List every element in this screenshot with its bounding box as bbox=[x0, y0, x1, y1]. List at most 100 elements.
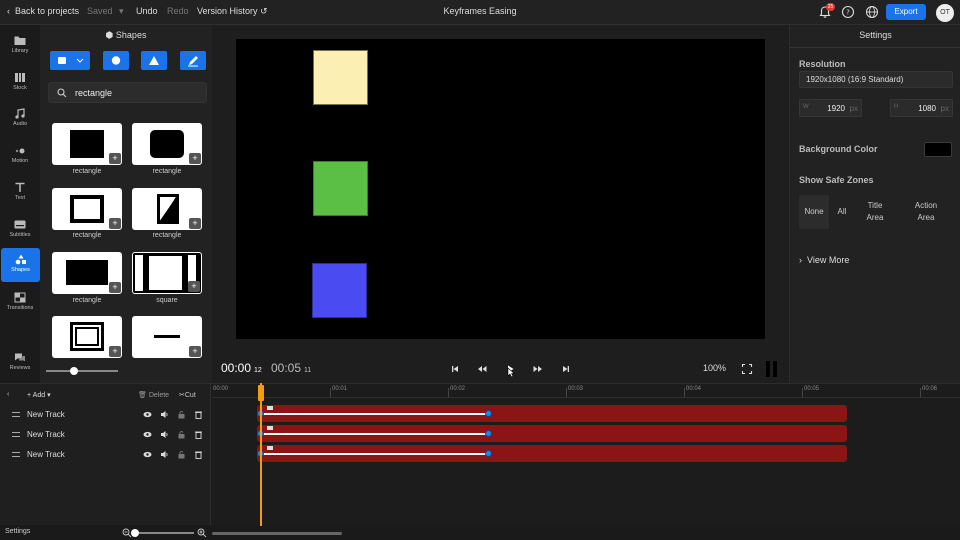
undo-button[interactable]: Undo bbox=[136, 6, 158, 16]
resolution-select[interactable]: 1920x1080 (16:9 Standard) bbox=[799, 71, 953, 88]
keyframe-end[interactable] bbox=[485, 430, 492, 437]
avatar[interactable]: OT bbox=[936, 4, 954, 22]
rail-item-stock[interactable]: Stock bbox=[0, 66, 40, 100]
fullscreen-icon[interactable] bbox=[741, 363, 753, 375]
draw-shape-button[interactable] bbox=[180, 51, 206, 70]
back-to-projects-button[interactable]: ‹ Back to projects bbox=[7, 6, 79, 16]
rail-item-library[interactable]: Library bbox=[0, 29, 40, 63]
canvas-square-green[interactable] bbox=[313, 161, 368, 216]
trash-icon[interactable] bbox=[194, 450, 203, 459]
safe-zone-none[interactable]: None bbox=[799, 195, 829, 229]
trash-icon[interactable] bbox=[194, 410, 203, 419]
eye-icon[interactable] bbox=[143, 450, 152, 459]
rail-item-text[interactable]: Text bbox=[0, 176, 40, 210]
shape-tile-rectangle-outline[interactable]: + bbox=[52, 188, 122, 230]
drag-handle-icon[interactable] bbox=[12, 412, 20, 417]
delete-button[interactable]: 🗑 Delete bbox=[138, 391, 169, 399]
lock-icon[interactable] bbox=[177, 450, 186, 459]
rail-item-subtitles[interactable]: Subtitles bbox=[0, 213, 40, 247]
view-more-button[interactable]: › View More bbox=[799, 255, 849, 265]
rewind-icon[interactable] bbox=[476, 363, 488, 375]
shape-tile-line[interactable]: + bbox=[132, 316, 202, 358]
height-input[interactable]: H 1080 px bbox=[890, 99, 953, 117]
help-icon[interactable]: ? bbox=[841, 5, 855, 19]
export-button[interactable]: Export bbox=[886, 4, 926, 20]
add-shape-button[interactable]: + bbox=[189, 218, 201, 229]
rectangle-shape-button[interactable] bbox=[50, 51, 90, 70]
trash-icon[interactable] bbox=[194, 430, 203, 439]
ruler-label: 00:01 bbox=[332, 386, 348, 392]
rail-item-motion[interactable]: Motion bbox=[0, 139, 40, 173]
shape-tile-rectangle-diagonal[interactable]: + bbox=[132, 188, 202, 230]
add-shape-button[interactable]: + bbox=[109, 153, 121, 164]
lock-icon[interactable] bbox=[177, 410, 186, 419]
track-name[interactable]: New Track bbox=[27, 450, 65, 459]
volume-icon[interactable] bbox=[160, 410, 169, 419]
canvas-square-yellow[interactable] bbox=[313, 50, 368, 105]
playhead-handle[interactable] bbox=[258, 385, 264, 401]
triangle-shape-button[interactable] bbox=[141, 51, 167, 70]
volume-icon[interactable] bbox=[160, 450, 169, 459]
add-shape-button[interactable]: + bbox=[188, 281, 200, 292]
keyframe-end[interactable] bbox=[485, 410, 492, 417]
width-input[interactable]: W 1920 px bbox=[799, 99, 862, 117]
timeline-ruler[interactable]: 00:00 00:01 00:02 00:03 00:04 00:05 00:0… bbox=[212, 384, 960, 398]
eye-icon[interactable] bbox=[143, 410, 152, 419]
skip-to-start-icon[interactable] bbox=[449, 363, 461, 375]
add-track-button[interactable]: + Add ▾ bbox=[27, 391, 51, 399]
tile-size-slider-handle[interactable] bbox=[70, 367, 78, 375]
timeline-zoom-slider[interactable] bbox=[134, 532, 194, 534]
track-name[interactable]: New Track bbox=[27, 410, 65, 419]
rail-item-reviews[interactable]: Reviews bbox=[0, 346, 40, 380]
add-shape-button[interactable]: + bbox=[109, 346, 121, 357]
track-row[interactable]: New Track bbox=[0, 426, 211, 444]
zoom-level[interactable]: 100% bbox=[703, 363, 726, 373]
rail-item-audio[interactable]: Audio bbox=[0, 102, 40, 136]
keyframe-end[interactable] bbox=[485, 450, 492, 457]
timeline-zoom-handle[interactable] bbox=[131, 529, 139, 537]
add-shape-button[interactable]: + bbox=[189, 346, 201, 357]
saved-dropdown-chevron-icon[interactable]: ▾ bbox=[119, 6, 124, 17]
track-row[interactable]: New Track bbox=[0, 446, 211, 464]
shape-tile-double-frame[interactable]: + bbox=[52, 316, 122, 358]
playhead-line[interactable] bbox=[260, 383, 262, 526]
zoom-in-icon[interactable] bbox=[197, 528, 207, 538]
rail-item-shapes[interactable]: Shapes bbox=[1, 248, 40, 282]
timeline-settings-button[interactable]: Settings bbox=[5, 528, 30, 535]
circle-shape-button[interactable] bbox=[103, 51, 129, 70]
drag-handle-icon[interactable] bbox=[12, 432, 20, 437]
video-canvas[interactable] bbox=[236, 39, 765, 339]
cut-button[interactable]: ✂Cut bbox=[179, 391, 196, 399]
shape-tile-rectangle-filled[interactable]: + bbox=[52, 123, 122, 165]
tile-size-slider-track[interactable] bbox=[46, 370, 118, 372]
track-row[interactable]: New Track bbox=[0, 406, 211, 424]
layout-toggle-bar-right[interactable] bbox=[773, 361, 777, 377]
globe-icon[interactable] bbox=[865, 5, 879, 19]
skip-to-end-icon[interactable] bbox=[560, 363, 572, 375]
safe-zone-title-area[interactable]: Title Area bbox=[860, 195, 890, 229]
safe-zone-action-area[interactable]: Action Area bbox=[906, 195, 946, 229]
music-note-icon bbox=[15, 108, 25, 119]
safe-zone-all[interactable]: All bbox=[833, 195, 851, 229]
shape-tile-rounded-rectangle[interactable]: + bbox=[132, 123, 202, 165]
background-color-swatch[interactable] bbox=[924, 142, 952, 157]
shape-search-input[interactable]: rectangle bbox=[48, 82, 207, 103]
add-shape-button[interactable]: + bbox=[189, 153, 201, 164]
volume-icon[interactable] bbox=[160, 430, 169, 439]
canvas-square-blue[interactable] bbox=[312, 263, 367, 318]
eye-icon[interactable] bbox=[143, 430, 152, 439]
timeline-horizontal-scrollbar[interactable] bbox=[212, 532, 342, 535]
version-history-button[interactable]: Version History ↺ bbox=[197, 6, 268, 17]
add-shape-button[interactable]: + bbox=[109, 282, 121, 293]
redo-button[interactable]: Redo bbox=[167, 6, 189, 16]
track-name[interactable]: New Track bbox=[27, 430, 65, 439]
layout-toggle-bar-left[interactable] bbox=[766, 361, 770, 377]
shape-tile-rectangle-wide[interactable]: + bbox=[52, 252, 122, 294]
rail-item-transitions[interactable]: Transitions bbox=[0, 286, 40, 320]
fast-forward-icon[interactable] bbox=[532, 363, 544, 375]
collapse-chevron-icon[interactable]: ‹ bbox=[7, 391, 9, 398]
add-shape-button[interactable]: + bbox=[109, 218, 121, 229]
lock-icon[interactable] bbox=[177, 430, 186, 439]
drag-handle-icon[interactable] bbox=[12, 452, 20, 457]
shape-tile-square[interactable]: + bbox=[132, 252, 202, 294]
